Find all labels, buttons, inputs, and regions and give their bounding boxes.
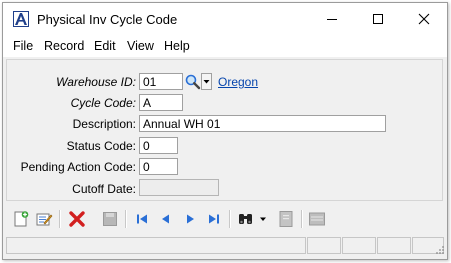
find-button[interactable] [235,209,257,229]
last-record-icon [209,214,219,224]
description-label: Description: [72,117,136,131]
previous-record-icon [162,214,169,224]
toolbar-separator [125,210,127,228]
menu-bar: File Record Edit View Help [3,35,447,57]
new-record-icon [14,211,29,227]
delete-button[interactable] [66,209,88,229]
edit-record-icon [36,213,53,226]
list-button[interactable] [306,209,328,229]
warehouse-dropdown-button[interactable] [201,73,212,90]
find-dropdown-button[interactable] [257,209,269,229]
maximize-button[interactable] [355,3,401,35]
toolbar-separator [301,210,303,228]
notes-icon [279,211,293,227]
status-bar [3,235,447,257]
binoculars-find-icon [239,214,252,224]
next-record-icon [187,214,194,224]
status-pane [342,237,376,254]
close-button[interactable] [401,3,447,35]
status-pane [307,237,341,254]
warehouse-id-input[interactable]: 01 [139,73,183,90]
toolbar-separator [229,210,231,228]
edit-record-button[interactable] [33,209,55,229]
maximize-icon [373,14,383,24]
menu-view[interactable]: View [127,39,154,53]
first-record-button[interactable] [131,209,153,229]
resize-grip-icon[interactable] [435,245,445,255]
cycle-code-input[interactable]: A [139,94,183,111]
close-icon [418,13,430,25]
cycle-code-label: Cycle Code: [70,96,136,110]
menu-record[interactable]: Record [44,39,84,53]
list-icon [309,212,325,226]
save-icon [103,212,117,226]
window-title: Physical Inv Cycle Code [37,12,178,27]
title-bar[interactable]: Physical Inv Cycle Code [3,3,447,35]
search-icon [185,74,201,90]
description-input[interactable]: Annual WH 01 [139,115,386,132]
new-record-button[interactable] [10,209,32,229]
cutoff-date-label: Cutoff Date: [72,182,136,196]
pending-action-code-label: Pending Action Code: [20,160,136,174]
notes-button[interactable] [275,209,297,229]
status-pane [377,237,411,254]
chevron-down-icon [260,217,266,221]
warehouse-name-link[interactable]: Oregon [218,75,258,89]
menu-help[interactable]: Help [164,39,190,53]
status-code-input[interactable]: 0 [139,137,178,154]
delete-icon [69,211,85,227]
menu-file[interactable]: File [13,39,33,53]
cutoff-date-input [139,179,219,196]
app-window: Physical Inv Cycle Code File Record Edit… [2,2,448,260]
menu-edit[interactable]: Edit [94,39,116,53]
app-logo-icon [13,11,29,27]
first-record-icon [137,214,147,224]
chevron-down-icon [203,80,210,84]
minimize-icon [327,19,337,20]
warehouse-id-label: Warehouse ID: [56,75,136,89]
last-record-button[interactable] [203,209,225,229]
save-button[interactable] [99,209,121,229]
status-code-label: Status Code: [66,139,136,153]
previous-record-button[interactable] [155,209,177,229]
pending-action-code-input[interactable]: 0 [139,158,178,175]
warehouse-lookup-button[interactable] [184,73,201,90]
form-panel: Warehouse ID: 01 Oregon Cycle Code: A De… [6,59,443,201]
toolbar-separator [59,210,61,228]
toolbar [3,204,447,234]
status-pane-message [6,237,306,254]
minimize-button[interactable] [309,3,355,35]
next-record-button[interactable] [179,209,201,229]
